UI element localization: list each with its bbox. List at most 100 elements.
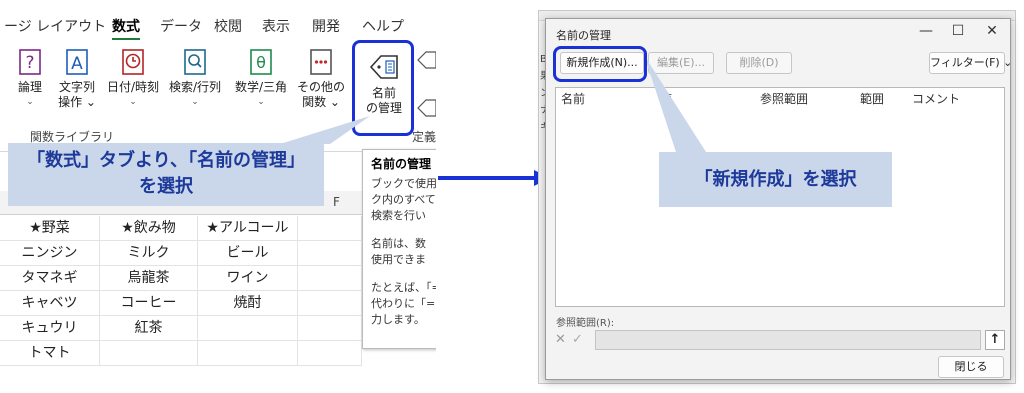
cell[interactable] <box>298 341 362 366</box>
cell[interactable]: キャベツ <box>0 291 100 316</box>
svg-text:?: ? <box>25 53 34 73</box>
new-button-highlight <box>553 46 647 82</box>
table-row: タマネギ 烏龍茶 ワイン <box>0 266 362 291</box>
refers-to-label: 参照範囲(R): <box>556 318 615 329</box>
text-a-icon: A <box>66 49 88 75</box>
tooltip-line: 名前は、数 <box>371 237 426 250</box>
cell[interactable] <box>298 291 362 316</box>
minimize-icon[interactable]: — <box>912 23 940 39</box>
cell[interactable] <box>298 316 362 341</box>
cell[interactable]: ★野菜 <box>0 216 100 241</box>
name-manager-tooltip: 名前の管理 ブックで使用 ク内のすべて 検索を行い 名前は、数 使用できま たと… <box>362 149 436 349</box>
cell[interactable]: コーヒー <box>100 291 198 316</box>
dialog-title: 名前の管理 <box>556 29 611 42</box>
cell[interactable]: ワイン <box>198 266 298 291</box>
sheet-grid: ★野菜 ★飲み物 ★アルコール ニンジン ミルク ビール タマネギ 烏龍茶 ワイ… <box>0 216 362 366</box>
instruction-callout-left: 「数式」タブより、「名前の管理」 を選択 <box>8 143 324 206</box>
table-row: トマト <box>0 341 362 366</box>
tooltip-line: たとえば、「= <box>371 281 436 294</box>
lookup-button[interactable]: 検索/行列 ⌄ <box>166 48 224 110</box>
cell[interactable]: トマト <box>0 341 100 366</box>
more-functions-label-2: 関数 ⌄ <box>302 95 340 109</box>
logical-button[interactable]: ? 論理 ⌄ <box>10 48 50 110</box>
arrow-right-icon <box>438 170 550 186</box>
tooltip-line: 使用できま <box>371 253 426 266</box>
tooltip-line: 代わりに「= <box>371 297 436 310</box>
logical-label: 論理 <box>17 80 42 94</box>
callout-left-line1: 「数式」タブより、「名前の管理」 <box>27 150 305 171</box>
tooltip-line: 力します。 <box>371 313 425 326</box>
cell[interactable] <box>298 216 362 241</box>
lookup-chevron: ⌄ <box>191 97 199 107</box>
table-row: キャベツ コーヒー 焼酎 <box>0 291 362 316</box>
cell[interactable]: ニンジン <box>0 241 100 266</box>
column-header-scope[interactable]: 範囲 <box>860 90 884 107</box>
column-header-comment[interactable]: コメント <box>912 90 960 107</box>
tab-formulas[interactable]: 数式 <box>112 16 140 41</box>
tab-page-layout[interactable]: ージ レイアウト <box>4 16 106 36</box>
svg-text:A: A <box>71 54 83 74</box>
define-name-icon[interactable] <box>416 48 436 118</box>
refers-to-row: ✕ ✓ ↑ <box>555 330 1005 350</box>
cell[interactable] <box>100 341 198 366</box>
cell[interactable] <box>298 266 362 291</box>
more-functions-button[interactable]: その他の 関数 ⌄ <box>296 48 346 110</box>
cell[interactable] <box>298 241 362 266</box>
question-icon: ? <box>19 49 41 75</box>
datetime-button[interactable]: 日付/時刻 ⌄ <box>104 48 162 110</box>
tab-review[interactable]: 校閲 <box>214 16 242 36</box>
datetime-chevron: ⌄ <box>129 97 137 107</box>
refers-to-input[interactable] <box>595 330 981 350</box>
clock-icon <box>122 49 144 75</box>
column-header-name[interactable]: 名前 <box>561 90 585 107</box>
more-functions-icon <box>310 49 332 75</box>
close-icon[interactable]: ✕ <box>978 23 1006 39</box>
maximize-icon[interactable]: ☐ <box>944 23 972 39</box>
cell[interactable]: ★アルコール <box>198 216 298 241</box>
table-row: ★野菜 ★飲み物 ★アルコール <box>0 216 362 241</box>
cell[interactable]: 紅茶 <box>100 316 198 341</box>
cancel-icon: ✕ <box>555 332 566 347</box>
column-header-refers-to[interactable]: 参照範囲 <box>760 90 808 107</box>
tab-view[interactable]: 表示 <box>262 16 290 36</box>
magnifier-book-icon <box>184 49 206 75</box>
close-button[interactable]: 閉じる <box>938 356 1004 378</box>
tab-developer[interactable]: 開発 <box>312 16 340 36</box>
text-functions-label-2: 操作 ⌄ <box>58 95 96 109</box>
cell[interactable]: タマネギ <box>0 266 100 291</box>
datetime-label: 日付/時刻 <box>106 80 160 94</box>
tooltip-line: ブックで使用 <box>371 177 436 190</box>
math-trig-button[interactable]: θ 数学/三角 ⌄ <box>230 48 292 110</box>
filter-button[interactable]: フィルター(F) ⌄ <box>929 52 1012 74</box>
tooltip-line: 検索を行い <box>371 209 426 222</box>
name-manager-panel: B果ンナキ 名前の管理 — ☐ ✕ 新規作成(N)... 編集(E)... 削除… <box>538 10 1016 384</box>
more-functions-label: その他の <box>296 80 345 94</box>
column-header-f: F <box>333 195 340 209</box>
cell[interactable] <box>198 316 298 341</box>
collapse-dialog-button[interactable]: ↑ <box>985 330 1005 350</box>
callout-pointer-right <box>644 55 706 152</box>
check-icon: ✓ <box>572 332 583 347</box>
instruction-callout-right: 「新規作成」を選択 <box>659 152 892 207</box>
text-functions-label: 文字列 <box>58 80 95 94</box>
cell[interactable]: ビール <box>198 241 298 266</box>
tab-help[interactable]: ヘルプ <box>362 16 404 36</box>
text-functions-button[interactable]: A 文字列 操作 ⌄ <box>54 48 100 110</box>
table-row: ニンジン ミルク ビール <box>0 241 362 266</box>
cell[interactable]: 烏龍茶 <box>100 266 198 291</box>
tab-data[interactable]: データ <box>160 16 202 36</box>
cell[interactable]: ミルク <box>100 241 198 266</box>
cell[interactable] <box>198 341 298 366</box>
theta-icon: θ <box>250 49 272 75</box>
table-row: キュウリ 紅茶 <box>0 316 362 341</box>
ribbon-tabbar: ージ レイアウト 数式 データ 校閲 表示 開発 ヘルプ <box>0 10 436 41</box>
math-trig-label: 数学/三角 <box>234 80 288 94</box>
cell[interactable]: キュウリ <box>0 316 100 341</box>
math-trig-chevron: ⌄ <box>257 97 265 107</box>
cell[interactable]: ★飲み物 <box>100 216 198 241</box>
lookup-label: 検索/行列 <box>168 80 222 94</box>
defined-names-label: 定義 <box>411 130 436 144</box>
logical-chevron: ⌄ <box>26 97 34 107</box>
tooltip-title: 名前の管理 <box>371 157 432 171</box>
cell[interactable]: 焼酎 <box>198 291 298 316</box>
